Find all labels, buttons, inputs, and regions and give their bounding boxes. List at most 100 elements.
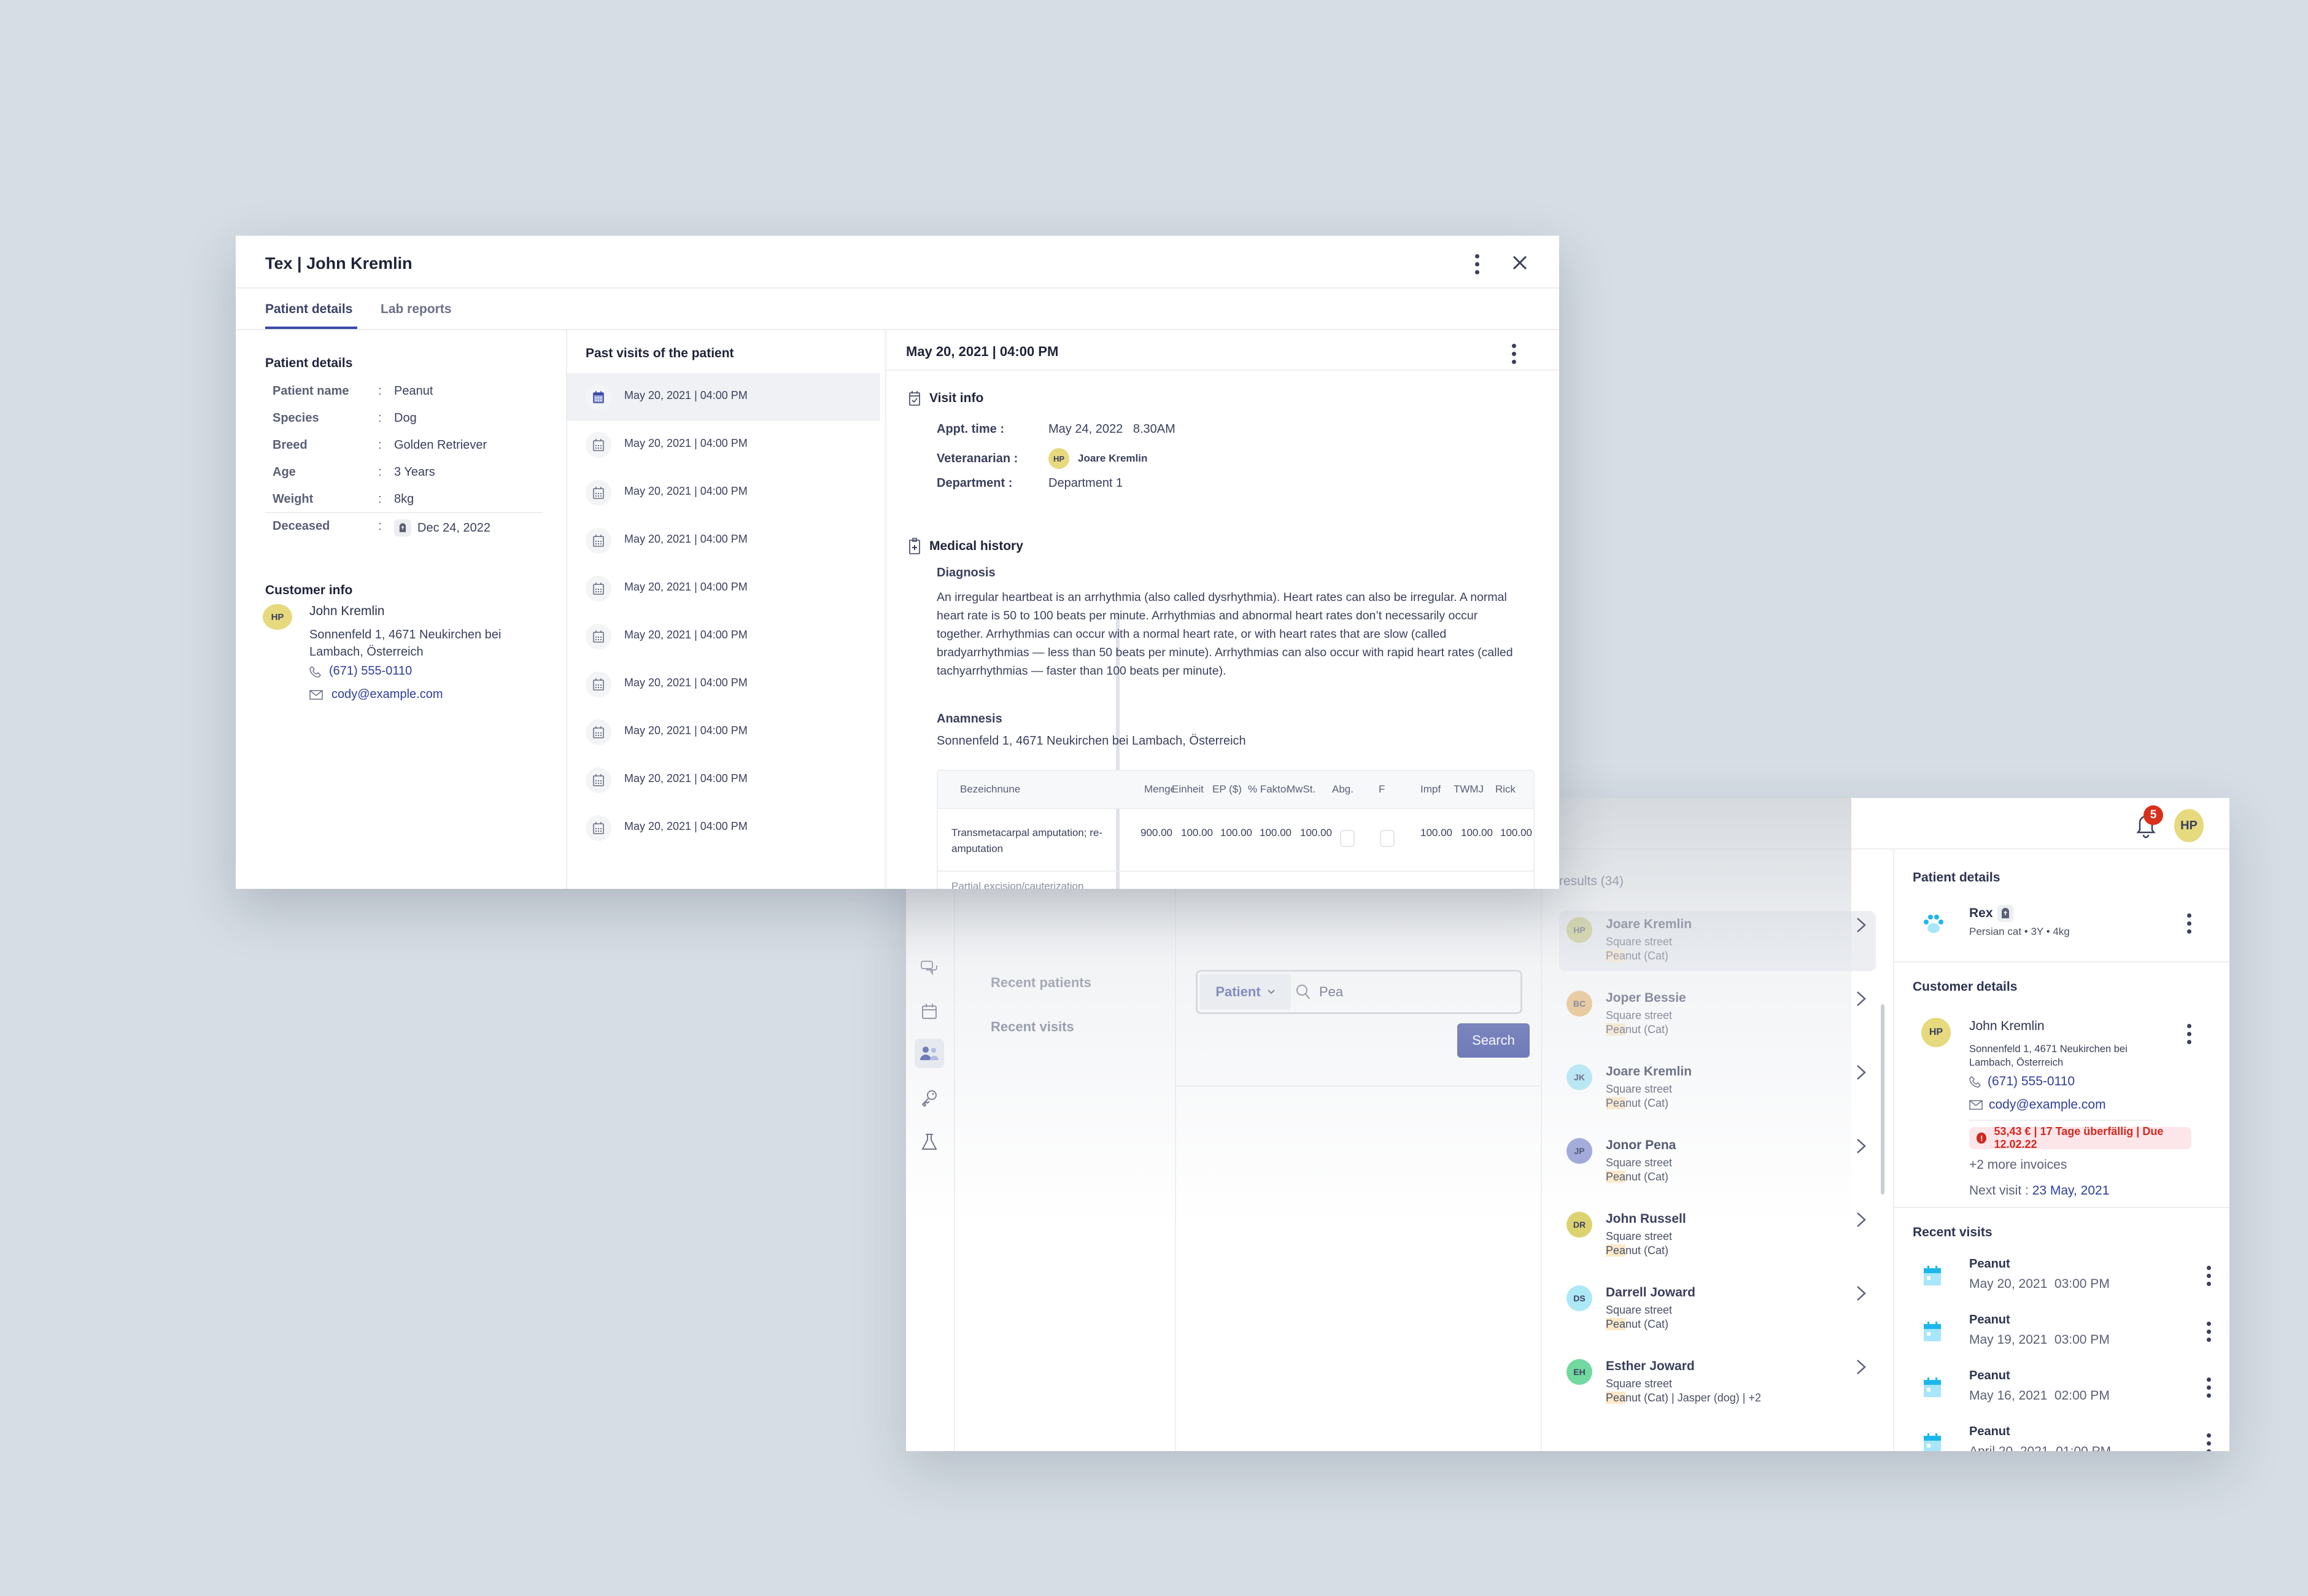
field-value-wrap: Dog: [394, 411, 417, 425]
search-type-dropdown[interactable]: Patient: [1200, 974, 1291, 1010]
calendar-icon[interactable]: [915, 997, 944, 1026]
patient-field-row: Breed: Golden Retriever: [273, 438, 543, 457]
tombstone-icon: [394, 519, 411, 537]
field-separator: :: [378, 411, 382, 425]
patients-icon[interactable]: [915, 1039, 944, 1068]
cell-impf: 100.00: [1420, 827, 1452, 839]
modal-title: Tex | John Kremlin: [265, 254, 412, 273]
col-faktor: % Faktor: [1248, 783, 1287, 795]
table-row-partial[interactable]: Partial excision/cauterization: [951, 880, 1083, 889]
result-pets: Peanut (Cat): [1606, 1318, 1668, 1331]
search-result-item[interactable]: BC Joper Bessie Square street Peanut (Cat): [1559, 985, 1876, 1045]
result-pets: Peanut (Cat): [1606, 950, 1668, 963]
result-street: Square street: [1606, 1009, 1673, 1021]
past-visit-item[interactable]: May 20, 2021 | 04:00 PM: [567, 613, 880, 660]
tab-patient-details[interactable]: Patient details: [265, 302, 352, 317]
key-icon[interactable]: [915, 1083, 944, 1112]
past-visit-item[interactable]: May 20, 2021 | 04:00 PM: [567, 421, 880, 469]
mail-icon: [309, 689, 323, 700]
recent-visit-patient: Peanut: [1969, 1257, 2010, 1271]
search-result-item[interactable]: EH Esther Joward Square street Peanut (Cat)…: [1559, 1353, 1876, 1413]
mail-icon: [1969, 1100, 1983, 1110]
search-result-item[interactable]: JK Joare Kremlin Square street Peanut (Cat): [1559, 1058, 1876, 1118]
subnav-recent-visits[interactable]: Recent visits: [991, 1019, 1074, 1035]
calendar-icon: [586, 624, 611, 649]
result-avatar: JK: [1566, 1064, 1592, 1090]
recent-visit-more-options-icon[interactable]: [2201, 1319, 2216, 1344]
recent-visit-item[interactable]: Peanut May 20, 2021 03:00 PM: [1913, 1255, 2220, 1304]
results-scrollbar[interactable]: [1881, 1004, 1884, 1195]
appt-time-value: May 24, 2022 8.30AM: [1048, 422, 1175, 436]
recent-visit-more-options-icon[interactable]: [2201, 1431, 2216, 1451]
pet-meta: Persian cat • 3Y • 4kg: [1969, 926, 2070, 937]
appt-time-row: Appt. time : May 24, 2022 8.30AM: [937, 422, 1175, 436]
field-label: Patient name: [273, 384, 349, 398]
past-visit-date: May 20, 2021 | 04:00 PM: [624, 437, 748, 449]
recent-visit-more-options-icon[interactable]: [2201, 1263, 2216, 1288]
customer-more-options-icon[interactable]: [2182, 1021, 2196, 1046]
result-pets-rest: nut (Cat): [1625, 1244, 1669, 1257]
recent-visit-more-options-icon[interactable]: [2201, 1375, 2216, 1400]
patient-field-row: Age:3 Years: [273, 465, 543, 484]
lab-flask-icon[interactable]: [915, 1127, 944, 1156]
calendar-icon: [586, 672, 611, 697]
search-result-item[interactable]: HP Joare Kremlin Square street Peanut (Cat): [1559, 911, 1876, 971]
search-button[interactable]: Search: [1457, 1023, 1530, 1058]
result-pets-rest: nut (Cat): [1625, 950, 1669, 962]
cell-mwst: 100.00: [1300, 827, 1332, 839]
more-invoices-link[interactable]: +2 more invoices: [1969, 1158, 2067, 1172]
past-visit-item[interactable]: May 20, 2021 | 04:00 PM: [567, 373, 880, 421]
past-visit-item[interactable]: May 20, 2021 | 04:00 PM: [567, 469, 880, 517]
col-rick: Rick: [1495, 783, 1516, 795]
recent-visit-patient: Peanut: [1969, 1313, 2010, 1327]
search-result-item[interactable]: DS Darrell Joward Square street Peanut (Cat…: [1559, 1279, 1876, 1339]
search-panel: Search Patient Search: [1176, 850, 1542, 1451]
past-visit-item[interactable]: May 20, 2021 | 04:00 PM: [567, 517, 880, 565]
field-label: Weight: [273, 492, 314, 506]
search-result-item[interactable]: JP Jonor Pena Square street Peanut (Cat): [1559, 1132, 1876, 1192]
past-visit-item[interactable]: May 20, 2021 | 04:00 PM: [567, 804, 880, 852]
result-street: Square street: [1606, 936, 1673, 948]
customer-email[interactable]: cody@example.com: [1969, 1098, 2106, 1112]
past-visit-item[interactable]: May 20, 2021 | 04:00 PM: [567, 756, 880, 804]
result-pets: Peanut (Cat) | Jasper (dog) | +2: [1606, 1392, 1761, 1404]
past-visit-item[interactable]: May 20, 2021 | 04:00 PM: [567, 708, 880, 756]
f-checkbox[interactable]: [1380, 830, 1395, 847]
result-pets-rest: nut (Cat): [1625, 1171, 1669, 1183]
next-visit-value[interactable]: 23 May, 2021: [2032, 1183, 2110, 1198]
overdue-invoice-alert[interactable]: ! 53,43 € | 17 Tage überfällig | Due 12.…: [1969, 1125, 2191, 1150]
visit-info-heading: Visit info: [908, 390, 983, 406]
customer-email[interactable]: cody@example.com: [309, 688, 443, 702]
close-icon[interactable]: [1506, 249, 1533, 276]
recent-visit-item[interactable]: Peanut April 20, 2021 01:00 PM: [1913, 1422, 2220, 1451]
col-impf: Impf: [1420, 783, 1441, 795]
visit-more-options-icon[interactable]: [1506, 341, 1521, 366]
past-visit-item[interactable]: May 20, 2021 | 04:00 PM: [567, 660, 880, 708]
anamnesis-label: Anamnesis: [937, 712, 1002, 726]
pet-more-options-icon[interactable]: [2182, 911, 2196, 936]
col-f: F: [1379, 783, 1385, 795]
diagnosis-label: Diagnosis: [937, 566, 996, 579]
recent-visit-item[interactable]: Peanut May 16, 2021 02:00 PM: [1913, 1366, 2220, 1416]
medical-history-heading-text: Medical history: [929, 539, 1023, 553]
past-visit-item[interactable]: May 20, 2021 | 04:00 PM: [567, 565, 880, 613]
subnav-recent-patients[interactable]: Recent patients: [991, 975, 1091, 991]
chat-icon[interactable]: [915, 954, 944, 983]
result-street: Square street: [1606, 1377, 1673, 1390]
cell-description: Transmetacarpal amputation; re-amputatio…: [951, 827, 1102, 854]
modal-more-options-icon[interactable]: [1470, 252, 1484, 276]
cell-menge: 900.00: [1140, 827, 1172, 839]
clipboard-medical-icon: [909, 538, 920, 554]
customer-phone-text: (671) 555-0110: [1988, 1074, 2075, 1088]
recent-visit-date: May 19, 2021 03:00 PM: [1969, 1333, 2110, 1347]
abg-checkbox[interactable]: [1340, 830, 1355, 847]
col-abg: Abg.: [1332, 783, 1353, 795]
search-result-item[interactable]: DR John Russell Square street Peanut (Cat): [1559, 1206, 1876, 1266]
user-avatar[interactable]: HP: [2174, 809, 2204, 842]
customer-phone[interactable]: (671) 555-0110: [1969, 1074, 2075, 1089]
customer-phone[interactable]: (671) 555-0110: [309, 664, 412, 678]
col-bezeichnung: Bezeichnune: [960, 783, 1021, 795]
tab-lab-reports[interactable]: Lab reports: [381, 302, 452, 317]
search-input[interactable]: [1319, 984, 1491, 1000]
recent-visit-item[interactable]: Peanut May 19, 2021 03:00 PM: [1913, 1311, 2220, 1360]
